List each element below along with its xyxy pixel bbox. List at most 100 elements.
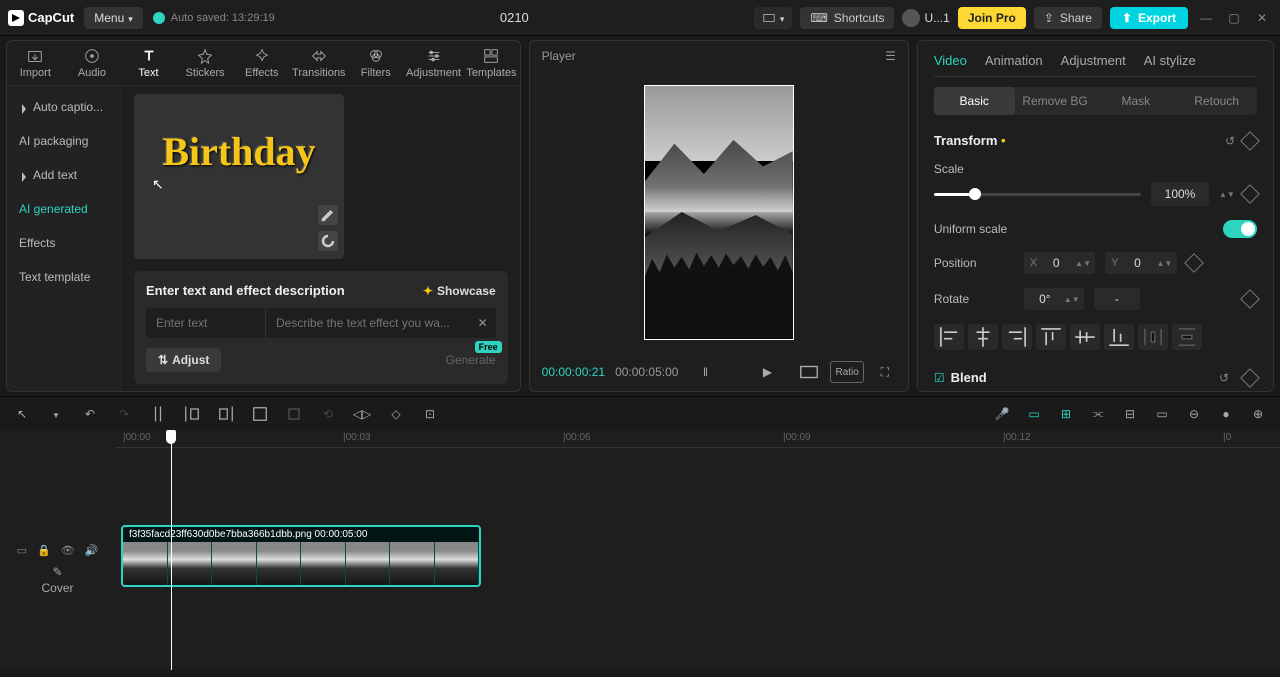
align-center-v-button[interactable] [1070,324,1100,350]
rotate-mirror-field[interactable]: - [1094,288,1140,310]
align-top-button[interactable] [1036,324,1066,350]
toggle-1[interactable]: ▭ [17,544,27,557]
video-clip[interactable]: f3f35facd23ff630d0be7bba366b1dbb.png 00:… [121,525,481,587]
sidebar-item-auto-captions[interactable]: Auto captio... [7,90,122,124]
zoom-slider[interactable]: ● [1216,404,1236,424]
dropdown-tool[interactable] [46,404,66,424]
checkbox-icon[interactable]: ☑ [934,371,945,385]
export-button[interactable]: ⬆ Export [1110,7,1188,29]
align-right-button[interactable] [1002,324,1032,350]
generate-button[interactable]: FreeGenerate [446,353,496,367]
prev-frame-button[interactable]: ‖ [694,361,716,383]
magnet-main-button[interactable]: ▭ [1024,404,1044,424]
crop-frame-button[interactable]: ⊡ [420,404,440,424]
tab-adjustment[interactable]: Adjustment [1061,53,1126,68]
tab-import[interactable]: Import [7,41,64,85]
tab-video[interactable]: Video [934,53,967,68]
viewport-ratio-button[interactable] [754,7,793,29]
tab-templates[interactable]: Templates [463,41,520,85]
rotate-stepper[interactable]: ▲▼ [1064,295,1078,304]
shortcuts-button[interactable]: ⌨ Shortcuts [800,7,894,29]
timeline-tracks[interactable]: |00:00 |00:03 |00:06 |00:09 |00:12 |0 f3… [115,430,1280,670]
align-bottom-button[interactable] [1104,324,1134,350]
scale-keyframe[interactable] [1240,184,1260,204]
zoom-in-button[interactable]: ⊕ [1248,404,1268,424]
blend-reset-button[interactable]: ↺ [1219,371,1229,385]
maximize-button[interactable]: ▢ [1224,8,1244,28]
magnet-button[interactable]: ⊞ [1056,404,1076,424]
tab-adjustment[interactable]: Adjustment [404,41,463,85]
tab-effects[interactable]: Effects [233,41,290,85]
subtab-retouch[interactable]: Retouch [1176,87,1257,115]
delete-left-button[interactable] [182,404,202,424]
sidebar-item-text-template[interactable]: Text template [7,260,122,294]
scale-value[interactable]: 100% [1151,182,1209,206]
clear-input-button[interactable]: ✕ [470,316,496,330]
eye-icon[interactable]: 👁 [61,544,75,557]
user-menu[interactable]: U...1 [902,9,949,27]
uniform-scale-toggle[interactable] [1223,220,1257,238]
reset-button[interactable]: ↺ [1225,134,1235,148]
text-input[interactable] [146,308,266,338]
minimize-button[interactable]: — [1196,8,1216,28]
rotate-keyframe[interactable] [1240,289,1260,309]
keyframe-button[interactable] [1240,131,1260,151]
tab-filters[interactable]: Filters [347,41,404,85]
delete-right-button[interactable] [216,404,236,424]
mirror-button[interactable]: ◁▷ [352,404,372,424]
track-options-button[interactable]: ▭ [1152,404,1172,424]
speaker-icon[interactable]: 🔊 [85,544,99,557]
position-x-field[interactable]: X 0 ▲▼ [1024,252,1095,274]
preview-axis-button[interactable]: ⊟ [1120,404,1140,424]
play-button[interactable]: ▶ [756,361,778,383]
scale-stepper[interactable]: ▲▼ [1219,190,1233,199]
playhead[interactable] [171,430,172,670]
position-keyframe[interactable] [1184,253,1204,273]
showcase-button[interactable]: ✦Showcase [423,284,496,298]
split-button[interactable] [148,404,168,424]
undo-button[interactable]: ↶ [80,404,100,424]
mic-button[interactable]: 🎤 [992,404,1012,424]
position-y-field[interactable]: Y 0 ▲▼ [1105,252,1176,274]
tab-text[interactable]: Text [120,41,177,85]
rotate-button[interactable]: ◇ [386,404,406,424]
blend-keyframe[interactable] [1240,368,1260,388]
pointer-tool[interactable]: ↖ [12,404,32,424]
cover-button[interactable]: ✎ Cover [41,565,73,595]
zoom-out-button[interactable]: ⊖ [1184,404,1204,424]
x-stepper[interactable]: ▲▼ [1075,259,1089,268]
scale-fit-button[interactable] [798,361,820,383]
tab-transitions[interactable]: Transitions [290,41,347,85]
tab-stickers[interactable]: Stickers [177,41,234,85]
fullscreen-button[interactable]: ⛶ [874,361,896,383]
adjust-button[interactable]: ⇅Adjust [146,348,221,372]
ratio-button[interactable]: Ratio [830,361,863,383]
playhead-handle[interactable] [166,430,176,444]
join-pro-button[interactable]: Join Pro [958,7,1026,29]
crop-button[interactable] [250,404,270,424]
timeline-ruler[interactable]: |00:00 |00:03 |00:06 |00:09 |00:12 |0 [115,430,1280,448]
text-preview-card[interactable]: Birthday ↖ [134,94,344,259]
menu-button[interactable]: Menu [84,7,143,29]
refresh-preview-button[interactable] [318,231,338,251]
player-canvas[interactable] [530,71,908,353]
sidebar-item-add-text[interactable]: Add text [7,158,122,192]
sidebar-item-effects[interactable]: Effects [7,226,122,260]
align-left-button[interactable] [934,324,964,350]
scale-slider[interactable] [934,193,1141,196]
align-center-h-button[interactable] [968,324,998,350]
sidebar-item-ai-packaging[interactable]: AI packaging [7,124,122,158]
lock-icon[interactable]: 🔒 [37,544,51,557]
y-stepper[interactable]: ▲▼ [1157,259,1171,268]
rotate-field[interactable]: 0° ▲▼ [1024,288,1084,310]
tab-audio[interactable]: Audio [64,41,121,85]
effect-description-input[interactable] [266,308,470,338]
close-button[interactable]: ✕ [1252,8,1272,28]
sidebar-item-ai-generated[interactable]: AI generated [7,192,122,226]
player-menu-button[interactable]: ☰ [885,49,896,63]
subtab-remove-bg[interactable]: Remove BG [1015,87,1096,115]
share-button[interactable]: ⇪ Share [1034,7,1102,29]
tab-animation[interactable]: Animation [985,53,1043,68]
link-button[interactable]: ⫘ [1088,404,1108,424]
subtab-basic[interactable]: Basic [934,87,1015,115]
